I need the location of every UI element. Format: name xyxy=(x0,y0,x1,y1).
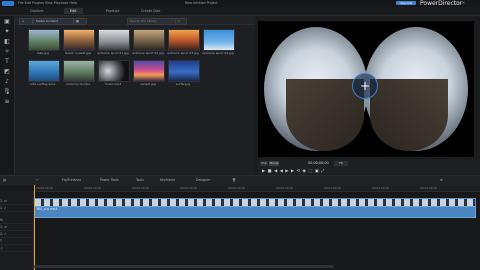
thumbnail-label: lake.jpg xyxy=(37,51,49,55)
title-room-icon[interactable]: T xyxy=(3,58,11,65)
audio-clip[interactable] xyxy=(34,206,476,218)
track-header-audio-1[interactable]: 1. ♪ xyxy=(0,205,33,212)
ruler-tick: 00;01;10;00 xyxy=(372,186,390,190)
ruler-tick: 00;00;10;00 xyxy=(84,186,102,190)
view-toggle-button[interactable]: ▦ xyxy=(73,17,87,25)
track-header-video-2[interactable]: 2. ⊡ xyxy=(0,224,33,231)
preview-viewer[interactable]: + xyxy=(258,21,474,157)
thumbnail-label: kite surfing.wmv xyxy=(30,82,56,86)
video-clip-filmstrip xyxy=(35,199,475,206)
tab-create-disc[interactable]: Create Disc xyxy=(135,8,167,14)
track-headers: 1. ⊡ 1. ♪ fx 2. ⊡ 2. ♪ T ♫ xyxy=(0,191,34,270)
thumbnail-label: music.mp3 xyxy=(104,82,122,86)
track-header-fx[interactable]: fx xyxy=(0,217,33,224)
particle-room-icon[interactable]: ✧ xyxy=(3,48,11,55)
thumbnail-label: extreme sport 02.jpg xyxy=(132,51,164,55)
thumbnail-kite-surfing[interactable] xyxy=(28,60,60,82)
ground-right xyxy=(370,79,448,151)
thumbnail-music[interactable] xyxy=(98,60,130,82)
chapter-room-icon[interactable]: ≡ xyxy=(3,98,11,105)
upgrade-badge[interactable]: Upgrade xyxy=(396,1,416,5)
fix-enhance-button[interactable]: Fix/Enhance xyxy=(62,178,81,182)
tab-capture[interactable]: Capture xyxy=(24,8,49,14)
thumbnail-extreme-sport-04[interactable] xyxy=(203,29,235,51)
ruler-tick: 00;00;20;00 xyxy=(132,186,150,190)
voiceover-icon[interactable]: 🎙 xyxy=(3,88,11,95)
thumbnail-label: extreme sport 04.jpg xyxy=(202,51,234,55)
thumbnail-extreme-sport-02[interactable] xyxy=(133,29,165,51)
room-toolbar: ▣ ✦ ◧ ✧ T ◩ ♪ 🎙 ≡ xyxy=(0,16,15,174)
tools-button[interactable]: Tools xyxy=(136,178,144,182)
transport-buttons[interactable]: ▶■◀◀▶▶⟲◉⬚▣⤢ xyxy=(262,168,327,173)
thumbnail-label: beach sunset.jpg xyxy=(65,51,91,55)
import-button[interactable]: ⇩ xyxy=(19,17,33,25)
title-bar: File Edit Plugins View Playback Help New… xyxy=(0,0,480,7)
library-search-input[interactable]: Search the library xyxy=(127,17,177,25)
playhead[interactable] xyxy=(34,185,35,270)
ruler-tick: 00;00;30;00 xyxy=(180,186,198,190)
thumbnail-label: motorcycle.mpo xyxy=(65,82,91,86)
thumbnail-surfer[interactable] xyxy=(168,60,200,82)
mode-clip-button[interactable]: Clip xyxy=(260,161,268,166)
clip-label: 360_clip.mp4 xyxy=(36,207,58,211)
ruler-tick: 00;00;50;00 xyxy=(276,186,294,190)
power-tools-button[interactable]: Power Tools xyxy=(100,178,119,182)
audio-mixing-icon[interactable]: ♪ xyxy=(3,78,11,85)
thumbnail-extreme-sport-01[interactable] xyxy=(98,29,130,51)
track-manager-icon[interactable]: ▤ xyxy=(3,178,6,182)
ruler-tick: 00;01;00;00 xyxy=(324,186,342,190)
keyframe-button[interactable]: Keyframe xyxy=(160,178,175,182)
ruler-tick: 00;01;20;00 xyxy=(420,186,438,190)
media-room-icon[interactable]: ▣ xyxy=(3,18,11,25)
thumbnail-label: sunset.jpg xyxy=(140,82,156,86)
delete-icon[interactable]: 🗑 xyxy=(232,178,236,182)
thumbnail-beach-sunset[interactable] xyxy=(63,29,95,51)
track-header-music[interactable]: ♫ xyxy=(0,245,33,252)
split-icon[interactable]: ✂ xyxy=(36,178,39,182)
timeline-panel: 00;00;00;00 00;00;10;00 00;00;20;00 00;0… xyxy=(0,185,480,270)
media-library: ⇩ Media Content ▦ Search the library ⌕ l… xyxy=(15,16,255,174)
effects-room-icon[interactable]: ✦ xyxy=(3,28,11,35)
ruler-tick: 00;00;00;00 xyxy=(36,186,54,190)
transition-room-icon[interactable]: ◩ xyxy=(3,68,11,75)
zoom-fit-dropdown[interactable]: Fit xyxy=(334,161,348,166)
tab-edit[interactable]: Edit xyxy=(64,8,83,14)
window-controls[interactable]: –▢✕ xyxy=(450,0,468,5)
tab-produce[interactable]: Produce xyxy=(100,8,126,14)
thumbnail-motorcycle[interactable] xyxy=(63,60,95,82)
thumbnail-extreme-sport-03[interactable] xyxy=(168,29,200,51)
thumbnail-label: surfer.jpg xyxy=(175,82,191,86)
designer-button[interactable]: Designer xyxy=(196,178,210,182)
mode-movie-button[interactable]: Movie xyxy=(269,161,279,166)
thumbnail-lake[interactable] xyxy=(28,29,60,51)
search-icon[interactable]: ⌕ xyxy=(175,17,187,25)
zoom-icon[interactable]: ⊕ xyxy=(440,178,443,182)
playback-controls: Clip Movie 00;00;00;00 Fit ▶■◀◀▶▶⟲◉⬚▣⤢ xyxy=(258,160,480,174)
preview-panel: + Clip Movie 00;00;00;00 Fit ▶■◀◀▶▶⟲◉⬚▣⤢ xyxy=(258,16,480,174)
pip-room-icon[interactable]: ◧ xyxy=(3,38,11,45)
timeline-scrollbar[interactable] xyxy=(34,265,334,268)
track-header-audio-2[interactable]: 2. ♪ xyxy=(0,231,33,238)
window-title: New Untitled Project xyxy=(185,1,218,5)
media-filter-dropdown[interactable]: Media Content xyxy=(33,17,75,25)
timecode-display[interactable]: 00;00;00;00 xyxy=(308,161,329,165)
menu-bar[interactable]: File Edit Plugins View Playback Help xyxy=(18,1,77,5)
app-logo-icon xyxy=(2,1,14,6)
mode-tabs: Capture Edit Produce Create Disc xyxy=(0,7,480,16)
thumbnail-label: extreme sport 03.jpg xyxy=(167,51,199,55)
360-view-control-icon[interactable]: + xyxy=(352,73,378,99)
thumbnail-label: extreme sport 01.jpg xyxy=(97,51,129,55)
thumbnail-sunset[interactable] xyxy=(133,60,165,82)
track-header-video-1[interactable]: 1. ⊡ xyxy=(0,198,33,205)
track-header-title[interactable]: T xyxy=(0,238,33,245)
library-toolbar: ⇩ Media Content ▦ Search the library ⌕ xyxy=(15,16,255,25)
time-ruler[interactable]: 00;00;00;00 00;00;10;00 00;00;20;00 00;0… xyxy=(34,185,480,192)
ruler-tick: 00;00;40;00 xyxy=(228,186,246,190)
